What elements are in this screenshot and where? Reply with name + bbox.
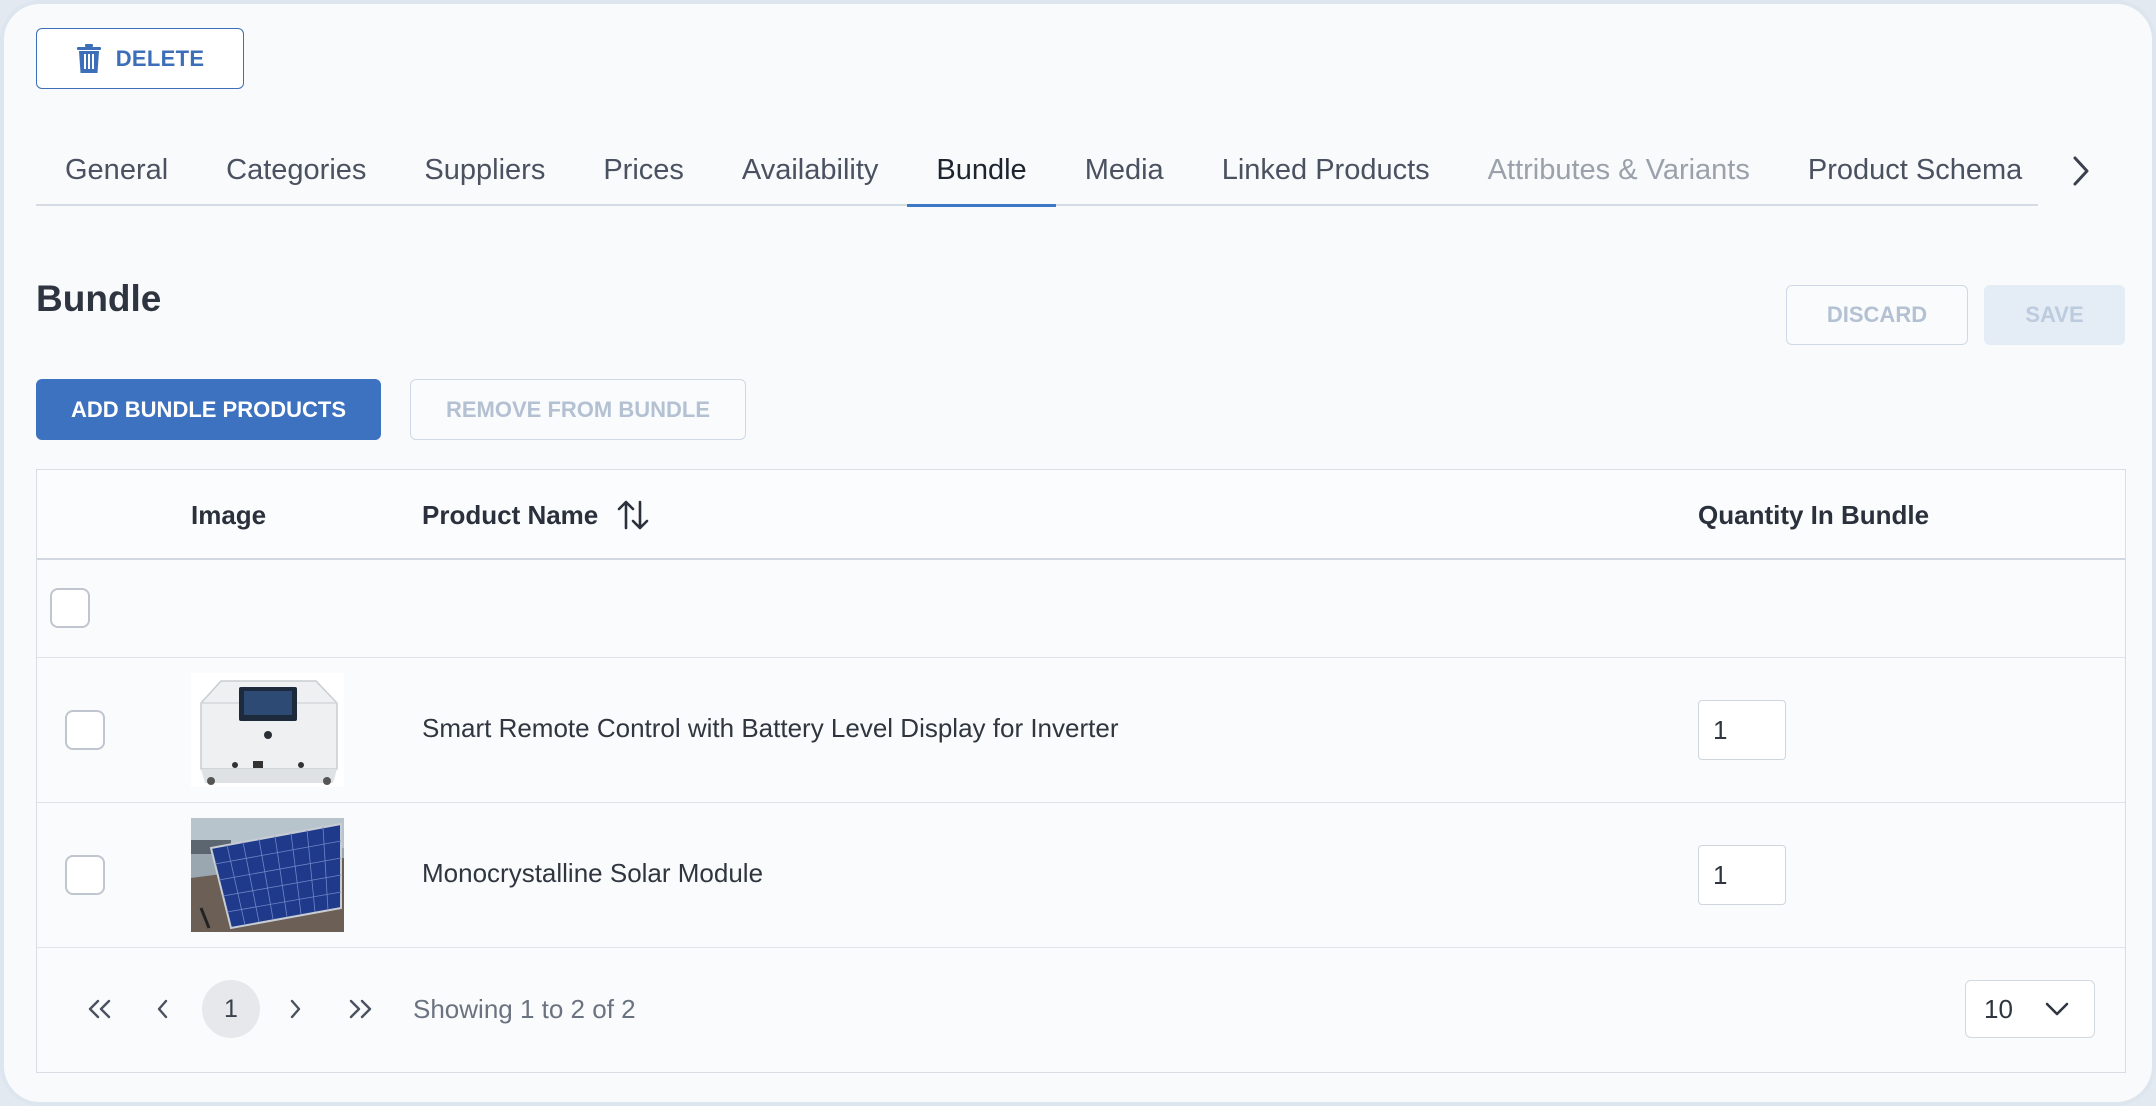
chevron-down-icon bbox=[2045, 1002, 2069, 1016]
column-header-image: Image bbox=[191, 470, 266, 560]
remove-from-bundle-button[interactable]: REMOVE FROM BUNDLE bbox=[410, 379, 746, 440]
select-all-checkbox[interactable] bbox=[50, 588, 90, 628]
tab-attributes-variants: Attributes & Variants bbox=[1487, 153, 1750, 186]
pagination-bar: 1 Showing 1 to 2 of 2 10 bbox=[37, 948, 2125, 1070]
product-name: Monocrystalline Solar Module bbox=[422, 858, 764, 888]
chevrons-right-icon bbox=[349, 999, 372, 1019]
page-size-select[interactable]: 10 bbox=[1965, 980, 2095, 1038]
product-name: Smart Remote Control with Battery Level … bbox=[422, 713, 1119, 743]
table-row: Monocrystalline Solar Module bbox=[37, 803, 2125, 948]
quantity-input[interactable] bbox=[1698, 845, 1786, 905]
chevron-left-icon bbox=[157, 999, 168, 1019]
table-header: Image Product Name Quantity In Bundle bbox=[37, 470, 2125, 560]
tab-linked-products[interactable]: Linked Products bbox=[1193, 135, 1459, 205]
chevrons-left-icon bbox=[88, 999, 111, 1019]
delete-button[interactable]: DELETE bbox=[36, 28, 244, 89]
column-header-product-name-label: Product Name bbox=[422, 499, 599, 530]
row-checkbox[interactable] bbox=[65, 855, 105, 895]
tabs-scroll-right-button[interactable] bbox=[2046, 136, 2116, 206]
previous-page-button[interactable] bbox=[135, 981, 191, 1037]
column-header-product-name[interactable]: Product Name bbox=[422, 470, 650, 560]
column-header-quantity: Quantity In Bundle bbox=[1698, 470, 1929, 560]
first-page-button[interactable] bbox=[71, 981, 127, 1037]
tab-prices[interactable]: Prices bbox=[574, 135, 713, 205]
tab-availability[interactable]: Availability bbox=[713, 135, 907, 205]
page-number-current[interactable]: 1 bbox=[202, 980, 260, 1038]
save-button[interactable]: SAVE bbox=[1984, 285, 2125, 345]
tab-categories[interactable]: Categories bbox=[197, 135, 395, 205]
tab-bar: General Categories Suppliers Prices Avai… bbox=[36, 135, 2038, 207]
sort-icon[interactable] bbox=[616, 498, 650, 532]
column-header-image-label: Image bbox=[191, 499, 267, 530]
trash-icon bbox=[76, 43, 101, 73]
discard-button[interactable]: DISCARD bbox=[1786, 285, 1968, 345]
tab-general[interactable]: General bbox=[36, 135, 197, 205]
tab-suppliers[interactable]: Suppliers bbox=[395, 135, 574, 205]
bundle-table: Image Product Name Quantity In Bundle Sm… bbox=[36, 469, 2126, 1073]
chevron-right-icon bbox=[2073, 156, 2089, 186]
last-page-button[interactable] bbox=[333, 981, 389, 1037]
tab-media[interactable]: Media bbox=[1056, 135, 1193, 205]
add-bundle-products-button[interactable]: ADD BUNDLE PRODUCTS bbox=[36, 379, 381, 440]
product-image-solar-module bbox=[191, 818, 344, 932]
delete-button-label: DELETE bbox=[115, 45, 205, 71]
pagination-summary: Showing 1 to 2 of 2 bbox=[413, 994, 636, 1024]
section-title: Bundle bbox=[36, 278, 162, 319]
table-row: Smart Remote Control with Battery Level … bbox=[37, 658, 2125, 803]
tab-bundle[interactable]: Bundle bbox=[907, 135, 1057, 207]
tab-product-schema[interactable]: Product Schema bbox=[1779, 135, 2051, 205]
product-image-remote-control bbox=[191, 673, 344, 787]
page-size-value: 10 bbox=[1984, 993, 2013, 1024]
select-all-row bbox=[37, 560, 2125, 658]
app-frame: DELETE General Categories Suppliers Pric… bbox=[0, 0, 2156, 1106]
column-header-quantity-label: Quantity In Bundle bbox=[1698, 499, 1930, 530]
row-checkbox[interactable] bbox=[65, 710, 105, 750]
next-page-button[interactable] bbox=[267, 981, 323, 1037]
quantity-input[interactable] bbox=[1698, 700, 1786, 760]
chevron-right-icon bbox=[290, 999, 301, 1019]
